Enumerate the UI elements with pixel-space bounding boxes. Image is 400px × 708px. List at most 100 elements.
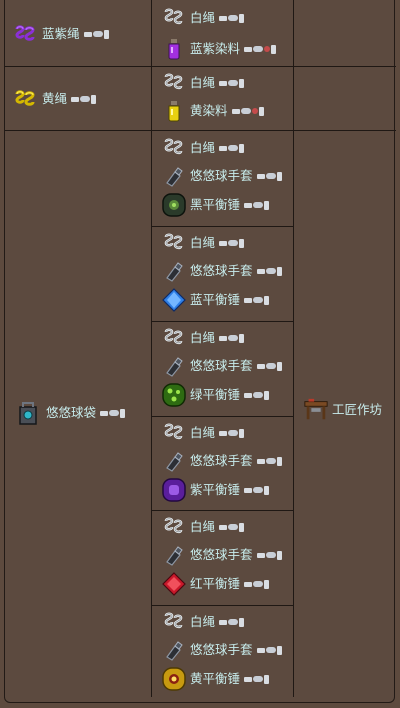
item-name-link[interactable]: 悠悠球手套 xyxy=(190,643,253,657)
item-yellow-counterweight[interactable]: 黄平衡锤 xyxy=(161,666,270,692)
item-white-rope[interactable]: 白绳 xyxy=(161,135,245,161)
item-name-link[interactable]: 工匠作坊 xyxy=(332,403,382,417)
recipe-table: 蓝紫绳 白绳 蓝紫染料 黄绳 白绳 黄染料 悠悠球袋 白绳 悠悠球手套 黑平衡锤 白绳 悠悠球手套 蓝平… xyxy=(4,0,396,703)
item-name-link[interactable]: 白绳 xyxy=(190,426,215,440)
yoyo-glove-icon xyxy=(161,163,187,189)
item-name-link[interactable]: 悠悠球袋 xyxy=(46,406,96,420)
blue-counterweight-icon xyxy=(161,287,187,313)
item-name-link[interactable]: 白绳 xyxy=(190,520,215,534)
item-name-link[interactable]: 红平衡锤 xyxy=(190,577,240,591)
item-name-link[interactable]: 白绳 xyxy=(190,236,215,250)
pc-platform-icon xyxy=(219,145,228,151)
item-name-link[interactable]: 黄染料 xyxy=(190,104,228,118)
item-name-link[interactable]: 悠悠球手套 xyxy=(190,548,253,562)
pc-platform-icon xyxy=(244,46,253,52)
item-yoyo-glove[interactable]: 悠悠球手套 xyxy=(161,258,282,284)
mobile-platform-icon xyxy=(103,29,109,39)
item-name-link[interactable]: 悠悠球手套 xyxy=(190,169,253,183)
console-platform-icon xyxy=(265,458,276,464)
item-white-rope[interactable]: 白绳 xyxy=(161,325,245,351)
item-name-link[interactable]: 悠悠球手套 xyxy=(190,454,253,468)
console-platform-icon xyxy=(253,676,264,682)
column-divider xyxy=(293,0,294,697)
black-counterweight-icon xyxy=(161,192,187,218)
item-name-link[interactable]: 白绳 xyxy=(190,331,215,345)
mobile-platform-icon xyxy=(276,171,282,181)
platform-icons xyxy=(244,390,270,400)
item-name-link[interactable]: 悠悠球手套 xyxy=(190,264,253,278)
console-platform-icon xyxy=(228,335,239,341)
green-counterweight-icon xyxy=(161,382,187,408)
item-yoyo-glove[interactable]: 悠悠球手套 xyxy=(161,163,282,189)
yoyo-glove-icon xyxy=(161,353,187,379)
pc-platform-icon xyxy=(71,96,80,102)
platform-icons xyxy=(231,106,264,116)
white-rope-icon xyxy=(161,230,187,256)
platform-icons xyxy=(219,333,245,343)
item-green-counterweight[interactable]: 绿平衡锤 xyxy=(161,382,270,408)
mobile-platform-icon xyxy=(276,645,282,655)
mobile-platform-icon xyxy=(276,456,282,466)
item-white-rope[interactable]: 白绳 xyxy=(161,70,245,96)
item-black-counterweight[interactable]: 黑平衡锤 xyxy=(161,192,270,218)
item-name-link[interactable]: 蓝紫染料 xyxy=(190,42,240,56)
mobile-platform-icon xyxy=(239,428,245,438)
platform-icons xyxy=(219,617,245,627)
crafting-station[interactable]: 工匠作坊 xyxy=(303,397,386,423)
item-name-link[interactable]: 蓝紫绳 xyxy=(42,27,80,41)
result-blue-purple-rope[interactable]: 蓝紫绳 xyxy=(13,21,109,47)
item-yoyo-glove[interactable]: 悠悠球手套 xyxy=(161,353,282,379)
console-platform-icon xyxy=(228,430,239,436)
pc-platform-icon xyxy=(83,31,92,37)
pc-platform-icon xyxy=(256,552,265,558)
item-name-link[interactable]: 白绳 xyxy=(190,615,215,629)
result-yellow-rope[interactable]: 黄绳 xyxy=(13,86,97,112)
item-blue-counterweight[interactable]: 蓝平衡锤 xyxy=(161,287,270,313)
item-white-rope[interactable]: 白绳 xyxy=(161,5,245,31)
pc-platform-icon xyxy=(244,676,253,682)
item-yellow-dye[interactable]: 黄染料 xyxy=(161,98,264,124)
item-white-rope[interactable]: 白绳 xyxy=(161,514,245,540)
item-name-link[interactable]: 绿平衡锤 xyxy=(190,388,240,402)
console-platform-icon xyxy=(265,552,276,558)
item-white-rope[interactable]: 白绳 xyxy=(161,609,245,635)
result-yoyo-bag[interactable]: 悠悠球袋 xyxy=(13,398,126,428)
yoyo-bag-icon xyxy=(13,398,43,428)
platform-icons xyxy=(244,579,270,589)
mobile-platform-icon xyxy=(264,295,270,305)
pc-platform-icon xyxy=(256,458,265,464)
item-blue-purple-dye[interactable]: 蓝紫染料 xyxy=(161,36,277,62)
item-yoyo-glove[interactable]: 悠悠球手套 xyxy=(161,542,282,568)
pc-platform-icon xyxy=(256,173,265,179)
item-name-link[interactable]: 黑平衡锤 xyxy=(190,198,240,212)
item-name-link[interactable]: 紫平衡锤 xyxy=(190,483,240,497)
row-divider xyxy=(151,321,293,322)
item-name-link[interactable]: 蓝平衡锤 xyxy=(190,293,240,307)
red-counterweight-icon xyxy=(161,571,187,597)
pc-platform-icon xyxy=(244,202,253,208)
yellow-counterweight-icon xyxy=(161,666,187,692)
white-rope-icon xyxy=(161,609,187,635)
item-yoyo-glove[interactable]: 悠悠球手套 xyxy=(161,448,282,474)
white-rope-icon xyxy=(161,325,187,351)
item-name-link[interactable]: 黄平衡锤 xyxy=(190,672,240,686)
item-purple-counterweight[interactable]: 紫平衡锤 xyxy=(161,477,270,503)
item-name-link[interactable]: 白绳 xyxy=(190,11,215,25)
console-platform-icon xyxy=(265,647,276,653)
item-name-link[interactable]: 白绳 xyxy=(190,76,215,90)
item-name-link[interactable]: 白绳 xyxy=(190,141,215,155)
item-name-link[interactable]: 悠悠球手套 xyxy=(190,359,253,373)
mobile-platform-icon xyxy=(276,361,282,371)
pc-platform-icon xyxy=(244,487,253,493)
console-platform-icon xyxy=(265,268,276,274)
pc-platform-icon xyxy=(219,619,228,625)
yoyo-glove-icon xyxy=(161,542,187,568)
console-platform-icon xyxy=(265,173,276,179)
pc-platform-icon xyxy=(219,430,228,436)
item-name-link[interactable]: 黄绳 xyxy=(42,92,67,106)
pc-platform-icon xyxy=(219,15,228,21)
item-red-counterweight[interactable]: 红平衡锤 xyxy=(161,571,270,597)
item-yoyo-glove[interactable]: 悠悠球手套 xyxy=(161,637,282,663)
item-white-rope[interactable]: 白绳 xyxy=(161,230,245,256)
item-white-rope[interactable]: 白绳 xyxy=(161,420,245,446)
